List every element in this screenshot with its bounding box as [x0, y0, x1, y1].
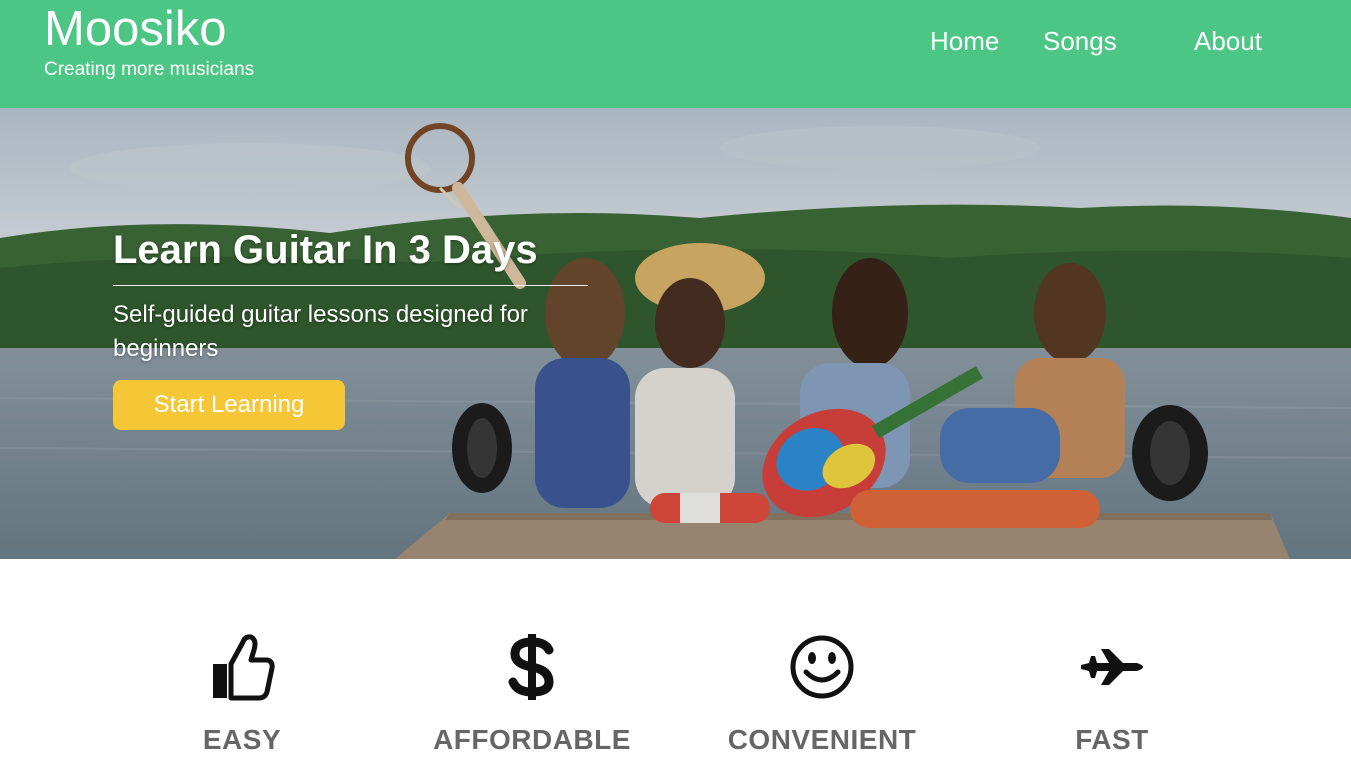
hero-subtitle: Self-guided guitar lessons designed for …	[113, 301, 528, 362]
site-header: Moosiko Creating more musicians Home Son…	[0, 0, 1351, 108]
feature-affordable: AFFORDABLE	[412, 632, 652, 756]
smiley-icon	[790, 635, 854, 699]
brand-title[interactable]: Moosiko	[44, 2, 254, 56]
hero-divider	[113, 285, 588, 286]
feature-easy: EASY	[122, 632, 362, 756]
start-learning-button[interactable]: Start Learning	[113, 380, 345, 430]
nav-songs-link[interactable]: Songs	[1043, 25, 1117, 57]
feature-label: EASY	[202, 724, 282, 755]
feature-label: AFFORDABLE	[433, 724, 631, 755]
jet-plane-icon	[1081, 649, 1143, 685]
brand-tagline: Creating more musicians	[44, 59, 255, 80]
nav-about-link[interactable]: About	[1194, 25, 1262, 57]
dollar-icon	[508, 634, 554, 700]
feature-label: FAST	[1075, 724, 1149, 755]
brand[interactable]: Moosiko Creating more musicians	[44, 2, 254, 81]
nav-home-link[interactable]: Home	[930, 25, 999, 57]
feature-fast: FAST	[992, 632, 1232, 756]
hero-banner: Learn Guitar In 3 Days Self-guided guita…	[0, 108, 1351, 559]
hero-text-block: Learn Guitar In 3 Days Self-guided guita…	[113, 228, 588, 366]
hero-title: Learn Guitar In 3 Days	[113, 228, 538, 272]
feature-label: CONVENIENT	[727, 724, 917, 755]
feature-convenient: CONVENIENT	[702, 632, 942, 756]
thumbs-up-icon	[213, 634, 275, 701]
